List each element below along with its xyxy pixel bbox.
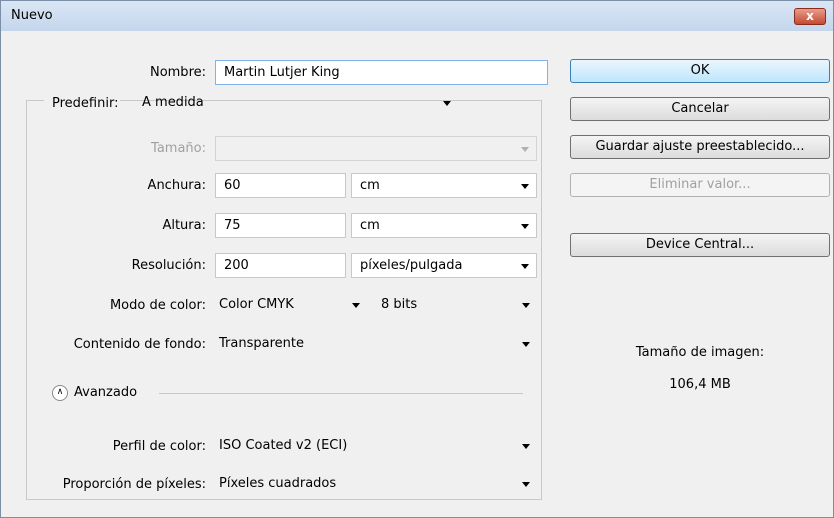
save-preset-button[interactable]: Guardar ajuste preestablecido... (570, 135, 830, 159)
contenido-fondo-select[interactable]: Transparente (215, 332, 537, 357)
device-central-button[interactable]: Device Central... (570, 233, 830, 257)
modo-color-select[interactable]: Color CMYK (215, 293, 367, 318)
anchura-input[interactable]: 60 (215, 173, 346, 198)
resolucion-input[interactable]: 200 (215, 253, 346, 278)
close-button[interactable]: x (794, 8, 826, 25)
chevron-down-icon (522, 342, 530, 347)
cancel-button[interactable]: Cancelar (570, 97, 830, 121)
resolucion-unit-select[interactable]: píxeles/pulgada (351, 253, 537, 278)
predefinir-value: A medida (142, 95, 204, 110)
delete-preset-button: Eliminar valor... (570, 173, 830, 197)
contenido-fondo-value: Transparente (219, 336, 304, 351)
proporcion-select[interactable]: Píxeles cuadrados (215, 472, 537, 497)
tamano-select[interactable] (215, 136, 537, 161)
chevron-down-icon (522, 482, 530, 487)
new-document-dialog: Nuevo x Nombre: Martin Lutjer King Prede… (0, 0, 834, 518)
chevron-down-icon (522, 444, 530, 449)
chevron-down-icon (521, 224, 529, 229)
image-size-value: 106,4 MB (669, 377, 731, 392)
anchura-label: Anchura: (147, 178, 206, 193)
chevron-down-icon (521, 184, 529, 189)
collapse-chevron-icon[interactable]: ∧ (52, 385, 68, 401)
altura-unit-select[interactable]: cm (351, 213, 537, 238)
resolucion-label: Resolución: (131, 258, 206, 273)
perfil-color-value: ISO Coated v2 (ECI) (219, 438, 348, 453)
image-size-label: Tamaño de imagen: (635, 345, 765, 360)
modo-color-value: Color CMYK (219, 297, 294, 312)
predefinir-label: Predefinir: (44, 96, 121, 112)
proporcion-value: Píxeles cuadrados (219, 476, 337, 491)
anchura-unit-value: cm (360, 178, 380, 193)
perfil-color-label: Perfil de color: (112, 439, 206, 454)
ok-button[interactable]: OK (570, 59, 830, 83)
tamano-label: Tamaño: (151, 141, 206, 156)
chevron-down-icon (521, 264, 529, 269)
altura-unit-value: cm (360, 218, 380, 233)
resolucion-unit-value: píxeles/pulgada (360, 258, 463, 273)
nombre-label: Nombre: (149, 65, 206, 80)
anchura-unit-select[interactable]: cm (351, 173, 537, 198)
title-bar: Nuevo x (1, 1, 833, 31)
modo-color-label: Modo de color: (109, 298, 206, 313)
chevron-down-icon (521, 147, 529, 152)
perfil-color-select[interactable]: ISO Coated v2 (ECI) (215, 434, 537, 459)
close-icon: x (806, 9, 814, 23)
avanzado-divider (159, 393, 523, 394)
chevron-down-icon (522, 303, 530, 308)
altura-input[interactable]: 75 (215, 213, 346, 238)
bits-select[interactable]: 8 bits (377, 293, 537, 318)
avanzado-label: Avanzado (74, 385, 138, 400)
nombre-input[interactable]: Martin Lutjer King (215, 60, 548, 85)
altura-label: Altura: (162, 218, 206, 233)
bits-value: 8 bits (381, 297, 418, 312)
window-title: Nuevo (11, 8, 53, 23)
chevron-down-icon (352, 303, 360, 308)
predefinir-select[interactable]: A medida (138, 91, 458, 116)
group-top-line (466, 100, 542, 101)
contenido-fondo-label: Contenido de fondo: (73, 337, 206, 352)
proporcion-label: Proporción de píxeles: (62, 477, 206, 492)
chevron-down-icon (443, 101, 451, 106)
